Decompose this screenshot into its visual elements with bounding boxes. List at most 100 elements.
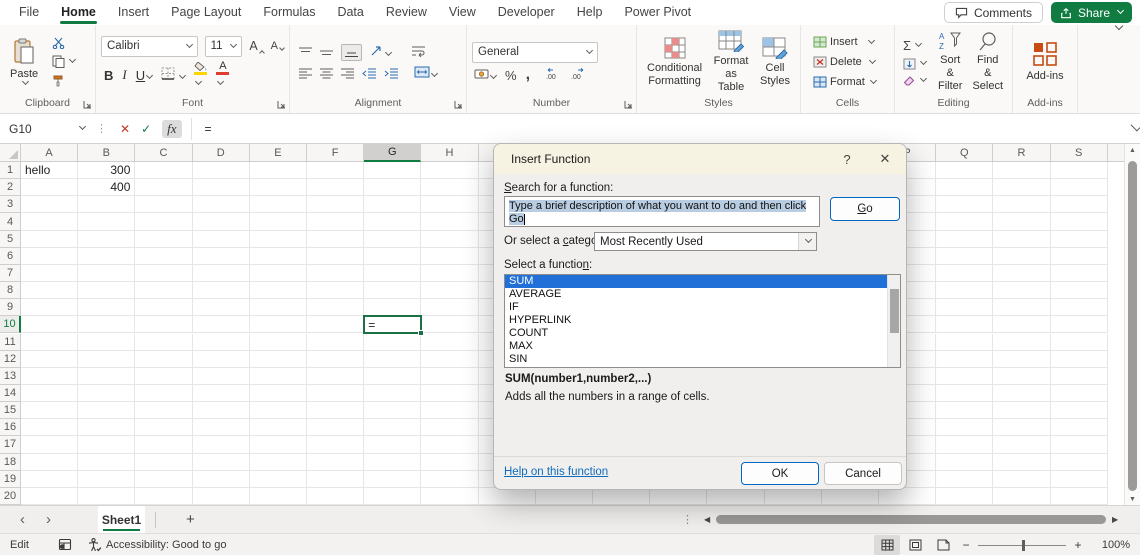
cell-C4[interactable] [135, 213, 192, 230]
row-header-11[interactable]: 11 [0, 334, 21, 351]
cell-S4[interactable] [1051, 213, 1108, 230]
cell-D6[interactable] [193, 248, 250, 265]
cell-C16[interactable] [135, 419, 192, 436]
cell-E9[interactable] [250, 299, 307, 316]
cell-H1[interactable] [421, 162, 478, 179]
cell-S15[interactable] [1051, 402, 1108, 419]
cell-D20[interactable] [193, 488, 250, 505]
cell-Q9[interactable] [936, 299, 993, 316]
cell-F13[interactable] [307, 368, 364, 385]
cell-F4[interactable] [307, 213, 364, 230]
column-header-A[interactable]: A [21, 144, 78, 162]
cell-C5[interactable] [135, 231, 192, 248]
cell-Q14[interactable] [936, 385, 993, 402]
cell-F17[interactable] [307, 436, 364, 453]
cell-G17[interactable] [364, 436, 421, 453]
cell-Q7[interactable] [936, 265, 993, 282]
cell-A12[interactable] [21, 351, 78, 368]
cell-G15[interactable] [364, 402, 421, 419]
cell-G13[interactable] [364, 368, 421, 385]
cell-Q4[interactable] [936, 213, 993, 230]
cell-S17[interactable] [1051, 436, 1108, 453]
cell-R4[interactable] [993, 213, 1050, 230]
cell-F2[interactable] [307, 179, 364, 196]
format-as-table-button[interactable]: Format as Table [707, 28, 755, 96]
active-cell-G10[interactable]: = [363, 315, 422, 334]
cell-H12[interactable] [421, 351, 478, 368]
clear-button[interactable] [900, 74, 929, 88]
orientation-button[interactable] [370, 45, 391, 60]
cell-B6[interactable] [78, 248, 135, 265]
cell-E12[interactable] [250, 351, 307, 368]
cell-styles-button[interactable]: Cell Styles [755, 35, 795, 90]
horizontal-scroll-thumb[interactable] [716, 515, 1106, 524]
cell-R16[interactable] [993, 419, 1050, 436]
cell-D15[interactable] [193, 402, 250, 419]
sort-filter-button[interactable]: AZ Sort & Filter [933, 29, 967, 95]
cell-R1[interactable] [993, 162, 1050, 179]
name-box[interactable]: G10 [2, 117, 92, 141]
cell-S12[interactable] [1051, 351, 1108, 368]
align-right-button[interactable] [341, 68, 354, 79]
insert-cells-button[interactable]: Insert [810, 35, 879, 49]
cell-H18[interactable] [421, 454, 478, 471]
cell-R17[interactable] [993, 436, 1050, 453]
function-list[interactable]: SUMAVERAGEIFHYPERLINKCOUNTMAXSIN [504, 274, 901, 368]
cell-E18[interactable] [250, 454, 307, 471]
number-dialog-launcher-icon[interactable] [624, 100, 633, 109]
cell-N20[interactable] [765, 488, 822, 505]
column-header-G[interactable]: G [364, 144, 421, 162]
cell-E8[interactable] [250, 282, 307, 299]
cell-G6[interactable] [364, 248, 421, 265]
scroll-down-icon[interactable]: ▼ [1125, 496, 1140, 503]
cell-Q8[interactable] [936, 282, 993, 299]
menu-tab-view[interactable]: View [438, 0, 487, 25]
cell-A17[interactable] [21, 436, 78, 453]
cell-Q10[interactable] [936, 316, 993, 333]
share-button[interactable]: Share [1051, 2, 1132, 23]
cell-E1[interactable] [250, 162, 307, 179]
cell-G19[interactable] [364, 471, 421, 488]
cell-A11[interactable] [21, 334, 78, 351]
cell-O20[interactable] [822, 488, 879, 505]
cell-F11[interactable] [307, 334, 364, 351]
font-size-combo[interactable]: 11 [205, 36, 243, 57]
cell-C19[interactable] [135, 471, 192, 488]
cell-R9[interactable] [993, 299, 1050, 316]
row-header-19[interactable]: 19 [0, 471, 21, 488]
function-item-average[interactable]: AVERAGE [505, 288, 900, 301]
cell-I20[interactable] [479, 488, 536, 505]
column-header-C[interactable]: C [135, 144, 192, 162]
cell-B5[interactable] [78, 231, 135, 248]
cell-R13[interactable] [993, 368, 1050, 385]
cell-Q15[interactable] [936, 402, 993, 419]
cell-G2[interactable] [364, 179, 421, 196]
bottom-align-button[interactable] [341, 44, 362, 61]
cell-S19[interactable] [1051, 471, 1108, 488]
cell-C15[interactable] [135, 402, 192, 419]
cell-D14[interactable] [193, 385, 250, 402]
format-painter-button[interactable] [49, 73, 78, 88]
cell-R2[interactable] [993, 179, 1050, 196]
help-on-function-link[interactable]: Help on this function [504, 466, 608, 478]
menu-tab-help[interactable]: Help [566, 0, 614, 25]
cell-Q11[interactable] [936, 334, 993, 351]
cell-C7[interactable] [135, 265, 192, 282]
cell-C2[interactable] [135, 179, 192, 196]
row-header-7[interactable]: 7 [0, 265, 21, 282]
cell-F1[interactable] [307, 162, 364, 179]
cell-E11[interactable] [250, 334, 307, 351]
page-break-view-button[interactable] [930, 535, 956, 555]
cell-R15[interactable] [993, 402, 1050, 419]
row-header-4[interactable]: 4 [0, 213, 21, 230]
cell-F14[interactable] [307, 385, 364, 402]
accounting-format-button[interactable] [474, 68, 496, 83]
cell-F20[interactable] [307, 488, 364, 505]
menu-tab-data[interactable]: Data [326, 0, 374, 25]
cell-S18[interactable] [1051, 454, 1108, 471]
cell-B15[interactable] [78, 402, 135, 419]
scroll-left-icon[interactable]: ◀ [704, 506, 710, 533]
cell-A2[interactable] [21, 179, 78, 196]
menu-tab-page-layout[interactable]: Page Layout [160, 0, 252, 25]
cell-E14[interactable] [250, 385, 307, 402]
